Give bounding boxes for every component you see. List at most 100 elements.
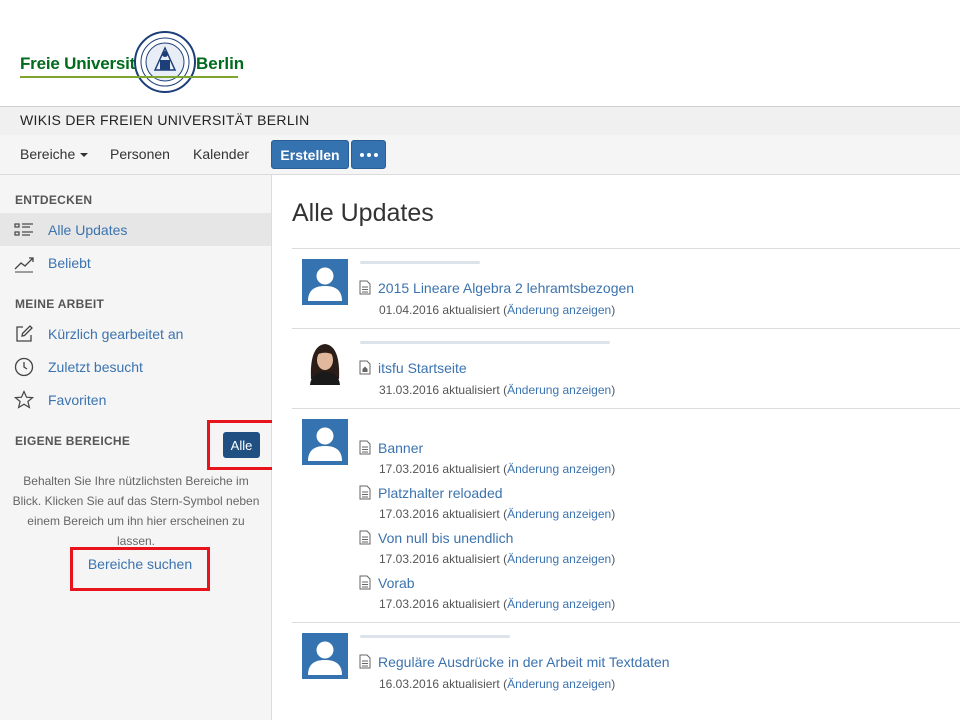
trending-icon (14, 257, 34, 273)
update-status: aktualisiert (442, 383, 500, 397)
update-item-title[interactable]: Platzhalter reloaded (359, 485, 503, 501)
view-change-link[interactable]: Änderung anzeigen (507, 507, 611, 521)
user-photo-avatar[interactable] (302, 339, 348, 385)
more-options-button[interactable] (351, 140, 386, 169)
author-name[interactable] (360, 261, 480, 264)
discover-heading: ENTDECKEN (15, 193, 93, 207)
sidebar-item-label: Kürzlich gearbeitet an (48, 326, 184, 342)
update-item-meta: 31.03.2016 aktualisiert (Änderung anzeig… (379, 383, 616, 397)
wiki-title-bar: WIKIS DER FREIEN UNIVERSITÄT BERLIN (0, 106, 960, 136)
update-date: 01.04.2016 (379, 303, 440, 317)
view-change-link[interactable]: Änderung anzeigen (507, 303, 611, 317)
update-item-meta: 16.03.2016 aktualisiert (Änderung anzeig… (379, 677, 616, 691)
user-avatar[interactable] (302, 419, 348, 465)
divider (292, 408, 960, 409)
update-status: aktualisiert (442, 462, 500, 476)
user-avatar[interactable] (302, 259, 348, 305)
update-item-title[interactable]: Banner (359, 440, 423, 456)
update-item-meta: 17.03.2016 aktualisiert (Änderung anzeig… (379, 462, 616, 476)
header-logo-bar: Freie Universität Berlin (0, 0, 960, 106)
sidebar-item-label: Favoriten (48, 392, 107, 408)
update-item-meta: 17.03.2016 aktualisiert (Änderung anzeig… (379, 552, 616, 566)
caret-down-icon (80, 153, 89, 158)
update-status: aktualisiert (442, 507, 500, 521)
divider (292, 328, 960, 329)
wiki-title[interactable]: WIKIS DER FREIEN UNIVERSITÄT BERLIN (20, 112, 310, 128)
view-change-link[interactable]: Änderung anzeigen (507, 383, 611, 397)
view-change-link[interactable]: Änderung anzeigen (507, 597, 611, 611)
view-change-link[interactable]: Änderung anzeigen (507, 677, 611, 691)
sidebar-item-label: Beliebt (48, 255, 91, 271)
my-work-heading: MEINE ARBEIT (15, 297, 105, 311)
ellipsis-icon (359, 152, 364, 157)
author-name[interactable] (360, 341, 610, 344)
nav-people[interactable]: Personen (110, 146, 170, 162)
star-icon (14, 390, 34, 409)
update-item-label: Reguläre Ausdrücke in der Arbeit mit Tex… (378, 654, 670, 670)
update-status: aktualisiert (442, 597, 500, 611)
update-item-title[interactable]: Vorab (359, 575, 415, 591)
default-user-icon (308, 427, 342, 461)
page-icon (359, 440, 371, 455)
update-date: 17.03.2016 (379, 552, 440, 566)
main-content: Alle Updates 2015 Lineare Algebra 2 lehr… (272, 175, 960, 720)
default-user-icon (308, 267, 342, 301)
top-navigation: Bereiche Personen Kalender Erstellen (0, 135, 960, 175)
update-item-title[interactable]: Reguläre Ausdrücke in der Arbeit mit Tex… (359, 654, 670, 670)
default-user-icon (308, 641, 342, 675)
sidebar: ENTDECKEN Alle Updates Beliebt MEINE ARB… (0, 175, 278, 720)
university-seal-icon (134, 31, 196, 93)
update-date: 16.03.2016 (379, 677, 440, 691)
update-item-title[interactable]: 2015 Lineare Algebra 2 lehramtsbezogen (359, 280, 634, 296)
update-item-meta: 17.03.2016 aktualisiert (Änderung anzeig… (379, 507, 616, 521)
logo-text-left: Freie Universität (20, 54, 150, 73)
page-icon (359, 485, 371, 500)
find-spaces-link[interactable]: Bereiche suchen (70, 556, 210, 572)
update-date: 17.03.2016 (379, 462, 440, 476)
update-date: 17.03.2016 (379, 507, 440, 521)
update-status: aktualisiert (442, 552, 500, 566)
update-item-label: Platzhalter reloaded (378, 485, 503, 501)
all-spaces-button[interactable]: Alle (223, 432, 260, 458)
update-item-label: itsfu Startseite (378, 360, 467, 376)
page-icon (359, 530, 371, 545)
home-page-icon (359, 360, 371, 375)
page-icon (359, 280, 371, 295)
list-icon (14, 223, 33, 236)
update-item-meta: 01.04.2016 aktualisiert (Änderung anzeig… (379, 303, 616, 317)
sidebar-item-recently-worked[interactable]: Kürzlich gearbeitet an (0, 317, 271, 350)
divider (292, 622, 960, 623)
update-date: 31.03.2016 (379, 383, 440, 397)
sidebar-item-favorites[interactable]: Favoriten (0, 383, 271, 416)
page-icon (359, 654, 371, 669)
nav-spaces-dropdown[interactable]: Bereiche (20, 146, 89, 162)
update-status: aktualisiert (442, 303, 500, 317)
update-item-label: Vorab (378, 575, 415, 591)
sidebar-item-label: Zuletzt besucht (48, 359, 143, 375)
nav-spaces-label: Bereiche (20, 146, 76, 162)
author-name[interactable] (360, 635, 510, 638)
user-avatar[interactable] (302, 633, 348, 679)
logo-underline (20, 76, 238, 78)
fu-berlin-logo[interactable]: Freie Universität Berlin (20, 30, 250, 94)
update-item-label: Banner (378, 440, 424, 456)
nav-calendar[interactable]: Kalender (193, 146, 249, 162)
user-photo-icon (302, 339, 348, 385)
sidebar-item-recently-visited[interactable]: Zuletzt besucht (0, 350, 271, 383)
sidebar-item-popular[interactable]: Beliebt (0, 246, 271, 279)
clock-icon (14, 357, 34, 377)
update-status: aktualisiert (442, 677, 500, 691)
update-item-title[interactable]: itsfu Startseite (359, 360, 467, 376)
view-change-link[interactable]: Änderung anzeigen (507, 552, 611, 566)
own-spaces-heading: EIGENE BEREICHE (15, 434, 131, 448)
update-item-meta: 17.03.2016 aktualisiert (Änderung anzeig… (379, 597, 616, 611)
page-title: Alle Updates (292, 199, 434, 227)
create-button[interactable]: Erstellen (271, 140, 349, 169)
page-icon (359, 575, 371, 590)
update-item-title[interactable]: Von null bis unendlich (359, 530, 513, 546)
divider (292, 248, 960, 249)
favorite-spaces-hint: Behalten Sie Ihre nützlichsten Bereiche … (12, 474, 260, 548)
update-date: 17.03.2016 (379, 597, 440, 611)
view-change-link[interactable]: Änderung anzeigen (507, 462, 611, 476)
sidebar-item-all-updates[interactable]: Alle Updates (0, 213, 271, 246)
